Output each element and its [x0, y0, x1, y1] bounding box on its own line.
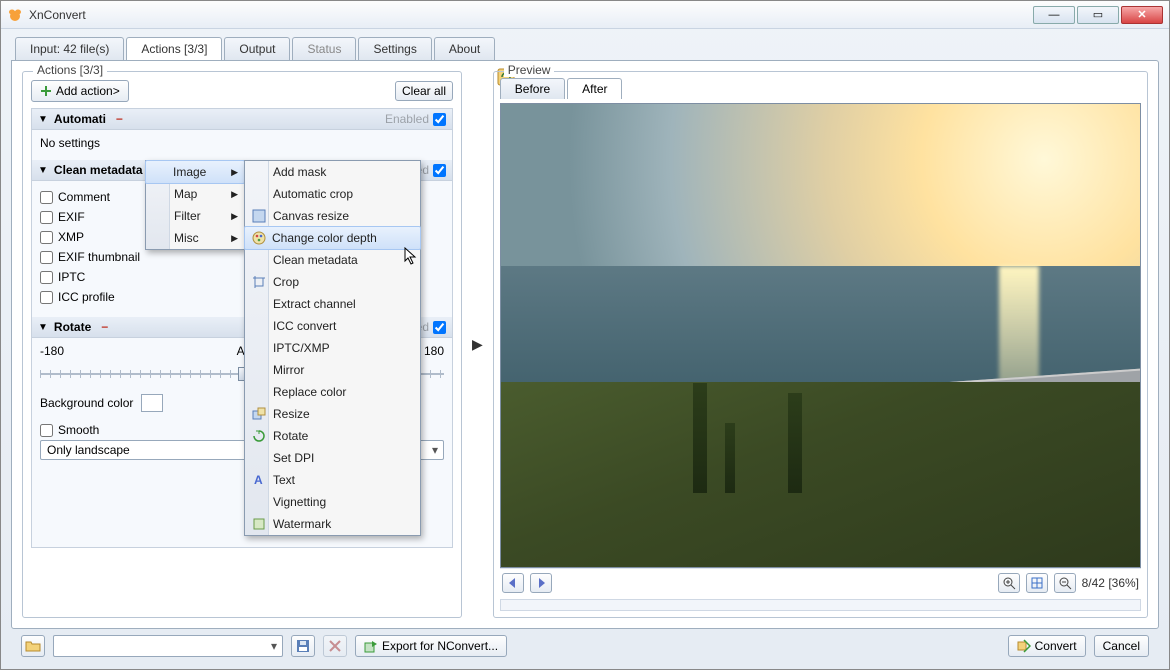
submenu-automatic-crop[interactable]: Automatic crop: [245, 183, 420, 205]
add-action-menu: Image▶ Map▶ Filter▶ Misc▶: [145, 160, 245, 250]
remove-icon[interactable]: −: [101, 320, 108, 334]
bottom-toolbar: Export for NConvert... Convert Cancel: [11, 629, 1159, 663]
submenu-rotate[interactable]: Rotate: [245, 425, 420, 447]
cancel-button[interactable]: Cancel: [1094, 635, 1149, 657]
action-body-automatic: No settings: [32, 130, 452, 160]
expand-arrow-icon[interactable]: ▶: [472, 336, 483, 353]
bgcolor-picker[interactable]: [141, 394, 163, 412]
preview-counter: 8/42 [36%]: [1082, 576, 1139, 590]
image-submenu: Add mask Automatic crop Canvas resize Ch…: [244, 160, 421, 536]
open-folder-button[interactable]: [21, 635, 45, 657]
app-icon: [7, 7, 23, 23]
cursor-icon: [404, 247, 418, 265]
menu-cat-map[interactable]: Map▶: [146, 183, 244, 205]
titlebar: XnConvert — ▭ ✕: [1, 1, 1169, 29]
add-action-button[interactable]: Add action>: [31, 80, 129, 102]
submenu-mirror[interactable]: Mirror: [245, 359, 420, 381]
close-button[interactable]: ✕: [1121, 6, 1163, 24]
app-window: XnConvert — ▭ ✕ Input: 42 file(s) Action…: [0, 0, 1170, 670]
menu-cat-image[interactable]: Image▶: [145, 160, 245, 184]
main-tabstrip: Input: 42 file(s) Actions [3/3] Output S…: [11, 37, 1159, 60]
tab-input[interactable]: Input: 42 file(s): [15, 37, 124, 60]
next-image-button[interactable]: [530, 573, 552, 593]
zoom-out-button[interactable]: [1054, 573, 1076, 593]
collapse-icon: ▼: [38, 114, 48, 125]
actions-group-label: Actions [3/3]: [33, 63, 107, 77]
preview-image: [500, 103, 1141, 568]
menu-cat-misc[interactable]: Misc▶: [146, 227, 244, 249]
collapse-icon: ▼: [38, 165, 48, 176]
submenu-change-color-depth[interactable]: Change color depth: [244, 226, 421, 250]
convert-icon: [1017, 639, 1031, 653]
submenu-set-dpi[interactable]: Set DPI: [245, 447, 420, 469]
enabled-checkbox[interactable]: [433, 164, 446, 177]
save-preset-button[interactable]: [291, 635, 315, 657]
maximize-button[interactable]: ▭: [1077, 6, 1119, 24]
preview-scrollbar[interactable]: [500, 599, 1141, 611]
submenu-crop[interactable]: Crop: [245, 271, 420, 293]
submenu-icc-convert[interactable]: ICC convert: [245, 315, 420, 337]
actions-panel: Actions [3/3] Add action> Clear all ▼ Au…: [11, 60, 1159, 629]
tab-before[interactable]: Before: [500, 78, 565, 99]
preset-combo[interactable]: [53, 635, 283, 657]
enabled-checkbox[interactable]: [433, 321, 446, 334]
submenu-watermark[interactable]: Watermark: [245, 513, 420, 535]
zoom-fit-button[interactable]: [1026, 573, 1048, 593]
convert-button[interactable]: Convert: [1008, 635, 1086, 657]
submenu-clean-metadata[interactable]: Clean metadata: [245, 249, 420, 271]
window-title: XnConvert: [29, 8, 86, 22]
tab-after[interactable]: After: [567, 78, 622, 99]
submenu-extract-channel[interactable]: Extract channel: [245, 293, 420, 315]
submenu-canvas-resize[interactable]: Canvas resize: [245, 205, 420, 227]
content: Input: 42 file(s) Actions [3/3] Output S…: [1, 29, 1169, 669]
preview-label: Preview: [504, 63, 555, 77]
enabled-checkbox[interactable]: [433, 113, 446, 126]
tab-actions[interactable]: Actions [3/3]: [126, 37, 222, 60]
action-header-automatic[interactable]: ▼ Automati − Enabled: [32, 109, 452, 130]
submenu-replace-color[interactable]: Replace color: [245, 381, 420, 403]
preview-groupbox: Preview Before After: [493, 71, 1148, 618]
submenu-iptc-xmp[interactable]: IPTC/XMP: [245, 337, 420, 359]
svg-text:A: A: [254, 473, 263, 487]
plus-icon: [40, 85, 52, 97]
tab-settings[interactable]: Settings: [358, 37, 431, 60]
submenu-resize[interactable]: Resize: [245, 403, 420, 425]
menu-cat-filter[interactable]: Filter▶: [146, 205, 244, 227]
tab-status[interactable]: Status: [292, 37, 356, 60]
collapse-icon: ▼: [38, 322, 48, 333]
clear-all-button[interactable]: Clear all: [395, 81, 453, 101]
export-icon: [364, 639, 378, 653]
minimize-button[interactable]: —: [1033, 6, 1075, 24]
tab-about[interactable]: About: [434, 37, 495, 60]
export-nconvert-button[interactable]: Export for NConvert...: [355, 635, 507, 657]
prev-image-button[interactable]: [502, 573, 524, 593]
zoom-in-button[interactable]: [998, 573, 1020, 593]
submenu-vignetting[interactable]: Vignetting: [245, 491, 420, 513]
delete-preset-button[interactable]: [323, 635, 347, 657]
submenu-text[interactable]: AText: [245, 469, 420, 491]
remove-icon[interactable]: −: [116, 112, 123, 126]
tab-output[interactable]: Output: [224, 37, 290, 60]
submenu-add-mask[interactable]: Add mask: [245, 161, 420, 183]
